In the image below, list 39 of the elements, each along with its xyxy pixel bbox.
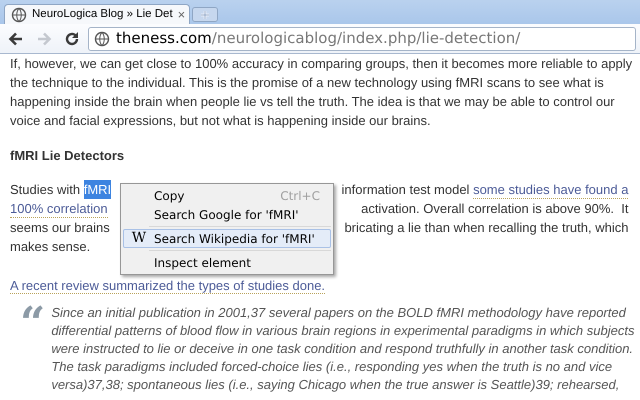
section-heading: fMRI Lie Detectors xyxy=(10,147,126,165)
menu-label: Search Wikipedia for 'fMRI' xyxy=(154,230,316,248)
close-button[interactable]: × xyxy=(178,4,186,24)
text: makes sense. xyxy=(10,238,90,256)
link[interactable]: A recent review summarized the types of studies done. xyxy=(10,278,326,294)
menu-item[interactable]: W Search Wikipedia for 'fMRI' xyxy=(123,229,331,248)
selected-text: fMRI xyxy=(84,180,112,199)
text: seems our brains xyxy=(10,219,110,237)
url-text: theness.com/neurologicablog/index.php/lie-detection/ xyxy=(116,28,520,50)
menu-label: Search Google for 'fMRI' xyxy=(154,206,300,224)
menu-item[interactable]: Inspect element xyxy=(123,253,331,272)
shortcut-text: Ctrl+C xyxy=(280,188,321,204)
quote-line: differential patterns of blood flow in various brain regions in experimental paradigms in which subjects xyxy=(51,322,634,340)
quote-line: versa)37,38; spontaneous lies (i.e., saying Chicago when the true answer is Seattle)39; rehearsed, xyxy=(51,376,620,394)
quote-line: The task paradigms included forced-choice lies (i.e., responding yes when the truth is no and vice xyxy=(51,358,614,376)
menu-label: Copy xyxy=(154,188,186,204)
menu-item[interactable]: Search Google for 'fMRI' xyxy=(123,205,331,224)
link[interactable]: 100% correlation xyxy=(10,199,108,218)
text: activation. Overall correlation is above 90%. It xyxy=(361,200,628,218)
quote-line: Since an initial publication in 2001,37 several papers on the BOLD fMRI methodology have reported xyxy=(51,304,628,322)
globe-icon xyxy=(94,30,110,46)
right-arrow-icon xyxy=(35,30,53,48)
text: bricating a lie than when recalling the truth, which xyxy=(344,219,628,237)
tab-title: NeuroLogica Blog » Lie Det xyxy=(32,6,173,22)
reload-icon xyxy=(63,30,81,48)
browser-tab[interactable]: NeuroLogica Blog » Lie Det × xyxy=(4,4,190,24)
paragraph: If, however, we can get close to 100% accuracy in comparing groups, then it becomes more reliable to apply the technique to the individual. This is the promise of a new technology using fMRI scans to see what is happening inside the brain when people lie vs tell the truth. The idea is that we may be able to control our voice and facial expressions, but not what is happening inside our brains. xyxy=(10,55,634,130)
quote-line: were instructed to lie or deceive in one task condition and respond truthfully in another task condition. xyxy=(51,340,634,358)
text: information test model xyxy=(342,181,470,199)
wikipedia-icon: W xyxy=(132,230,146,246)
globe-icon xyxy=(11,6,27,22)
address-bar[interactable]: theness.com/neurologicablog/index.php/lie-detection/ xyxy=(88,26,636,50)
menu-label: Inspect element xyxy=(154,254,252,272)
quote-mark: “ xyxy=(20,304,46,334)
menu-item[interactable]: Copy Ctrl+C xyxy=(123,186,331,205)
text: Studies with xyxy=(10,181,82,199)
plus-icon xyxy=(200,10,210,20)
left-arrow-icon xyxy=(7,30,25,48)
link[interactable]: some studies have found a xyxy=(473,180,628,199)
